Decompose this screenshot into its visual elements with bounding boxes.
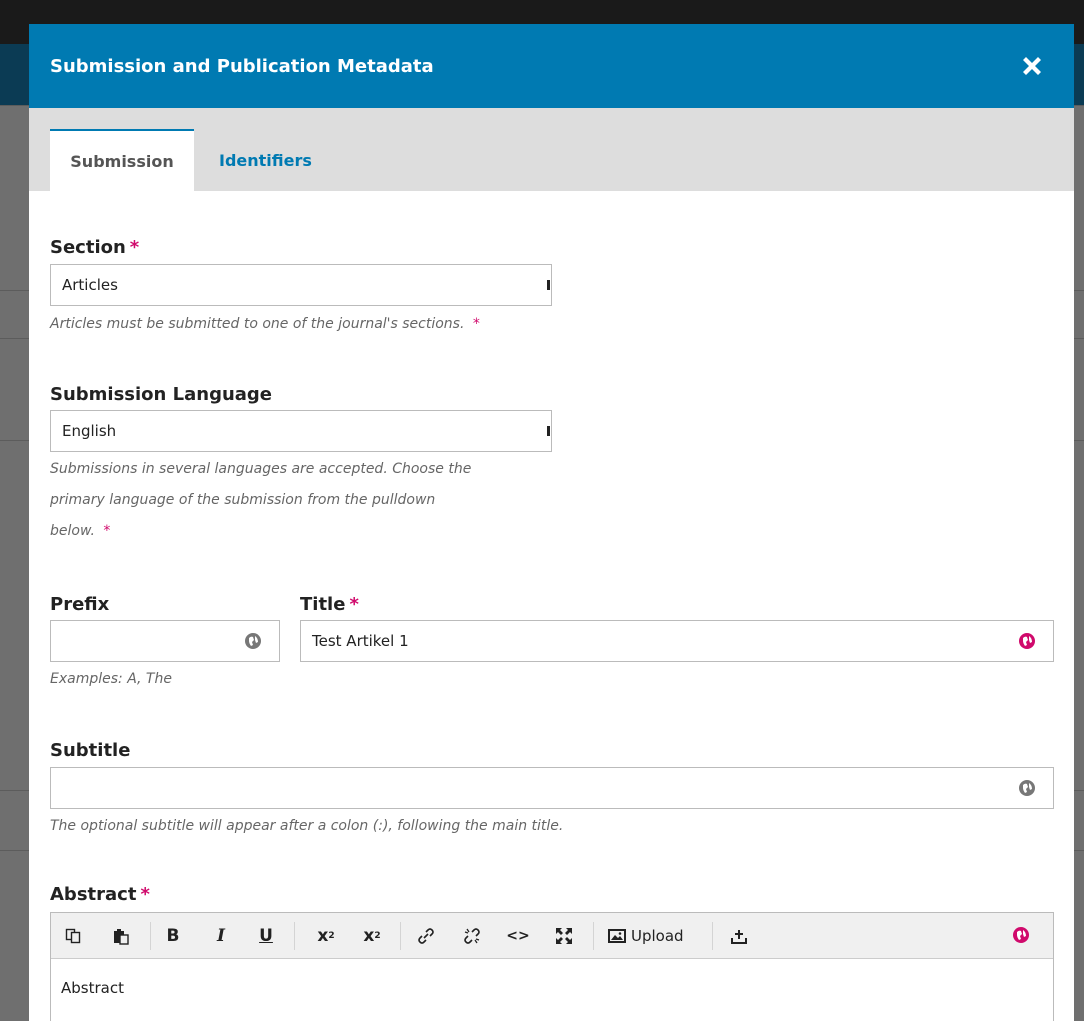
bold-icon[interactable]: B — [161, 924, 185, 948]
globe-icon[interactable] — [245, 633, 261, 649]
section-help-text: Articles must be submitted to one of the… — [50, 316, 465, 332]
required-marker: * — [103, 523, 111, 539]
subtitle-label: Subtitle — [50, 740, 131, 761]
fullscreen-icon[interactable] — [551, 924, 577, 948]
required-marker: * — [140, 884, 150, 905]
subtitle-help: The optional subtitle will appear after … — [50, 818, 564, 834]
language-help-line2: primary language of the submission from … — [50, 492, 436, 508]
section-select[interactable]: Articles — [50, 264, 552, 306]
insert-icon[interactable] — [727, 924, 751, 948]
required-marker: * — [129, 237, 140, 258]
italic-icon[interactable]: I — [209, 924, 233, 948]
section-select-value: Articles — [62, 276, 118, 294]
code-icon[interactable]: <> — [505, 924, 531, 948]
abstract-content[interactable]: Abstract — [51, 959, 1053, 1017]
section-help: Articles must be submitted to one of the… — [50, 309, 480, 339]
upload-label: Upload — [631, 927, 684, 945]
subtitle-input[interactable] — [50, 767, 1054, 809]
toolbar-separator — [712, 922, 713, 950]
abstract-editor: B I U x2 x2 <> Upload Abstract — [50, 912, 1054, 1021]
section-label: Section * — [50, 237, 139, 258]
toolbar-separator — [150, 922, 151, 950]
language-help-line3: below. * — [50, 516, 110, 546]
title-label-text: Title — [300, 594, 346, 615]
subscript-icon[interactable]: x2 — [359, 924, 385, 948]
modal-title: Submission and Publication Metadata — [50, 55, 434, 77]
metadata-modal: Submission and Publication Metadata Subm… — [29, 24, 1074, 1021]
globe-icon[interactable] — [1019, 633, 1035, 649]
toolbar-separator — [294, 922, 295, 950]
globe-icon[interactable] — [1013, 927, 1029, 943]
language-help-line1: Submissions in several languages are acc… — [50, 461, 472, 477]
abstract-label-text: Abstract — [50, 884, 137, 905]
language-select[interactable]: English — [50, 410, 552, 452]
language-select-value: English — [62, 422, 117, 440]
title-value: Test Artikel 1 — [312, 632, 409, 650]
required-marker: * — [349, 594, 359, 615]
toolbar-separator — [400, 922, 401, 950]
prefix-label: Prefix — [50, 594, 110, 615]
close-icon — [1023, 57, 1041, 75]
tab-identifiers[interactable]: Identifiers — [219, 129, 312, 191]
abstract-label: Abstract * — [50, 884, 150, 905]
editor-toolbar: B I U x2 x2 <> Upload — [51, 913, 1053, 959]
globe-icon[interactable] — [1019, 780, 1035, 796]
language-help-line3-text: below. — [50, 523, 95, 539]
select-caret-icon — [547, 280, 550, 290]
paste-icon[interactable] — [109, 924, 133, 948]
link-icon[interactable] — [413, 924, 439, 948]
tab-bar: Submission Identifiers — [29, 108, 1074, 191]
upload-button[interactable]: Upload — [607, 924, 703, 948]
unlink-icon[interactable] — [459, 924, 485, 948]
required-marker: * — [472, 316, 480, 332]
language-label: Submission Language — [50, 384, 273, 405]
toolbar-separator — [593, 922, 594, 950]
modal-header: Submission and Publication Metadata — [29, 24, 1074, 108]
title-input[interactable]: Test Artikel 1 — [300, 620, 1054, 662]
image-icon — [608, 929, 626, 943]
copy-icon[interactable] — [61, 924, 85, 948]
tab-submission[interactable]: Submission — [50, 129, 194, 191]
close-button[interactable] — [1014, 48, 1050, 84]
section-label-text: Section — [50, 237, 126, 258]
prefix-input[interactable] — [50, 620, 280, 662]
prefix-help: Examples: A, The — [50, 671, 172, 687]
title-label: Title * — [300, 594, 359, 615]
underline-icon[interactable]: U — [254, 924, 278, 948]
select-caret-icon — [547, 426, 550, 436]
superscript-icon[interactable]: x2 — [313, 924, 339, 948]
